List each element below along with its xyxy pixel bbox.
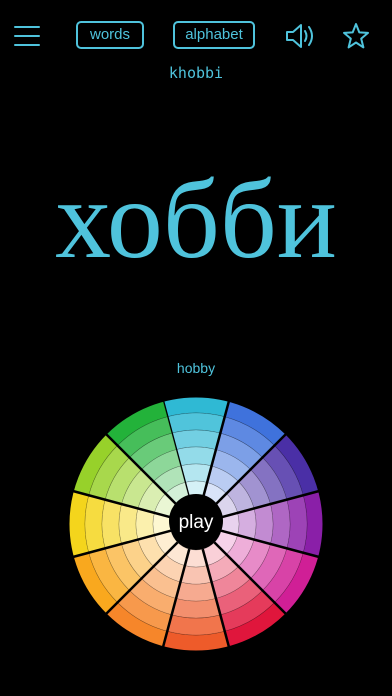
speaker-icon[interactable] bbox=[284, 22, 316, 50]
color-wheel-cell[interactable] bbox=[118, 503, 139, 545]
translation-text: hobby bbox=[176, 360, 216, 376]
hamburger-menu-icon-line bbox=[14, 44, 40, 46]
star-icon[interactable] bbox=[342, 22, 370, 50]
menu-button[interactable] bbox=[14, 24, 42, 48]
color-wheel-cell[interactable] bbox=[253, 503, 274, 545]
hamburger-menu-icon-line bbox=[14, 35, 40, 37]
words-button[interactable]: words bbox=[76, 21, 144, 49]
alphabet-button[interactable]: alphabet bbox=[173, 21, 255, 49]
cyrillic-word: хобби bbox=[55, 158, 337, 282]
play-label: play bbox=[179, 512, 214, 533]
hamburger-menu-icon bbox=[14, 26, 40, 28]
color-wheel-cell[interactable] bbox=[175, 446, 217, 467]
transliteration-text: khobbi bbox=[168, 64, 224, 82]
color-wheel-cell[interactable] bbox=[175, 581, 217, 602]
color-wheel[interactable]: play bbox=[66, 394, 326, 654]
